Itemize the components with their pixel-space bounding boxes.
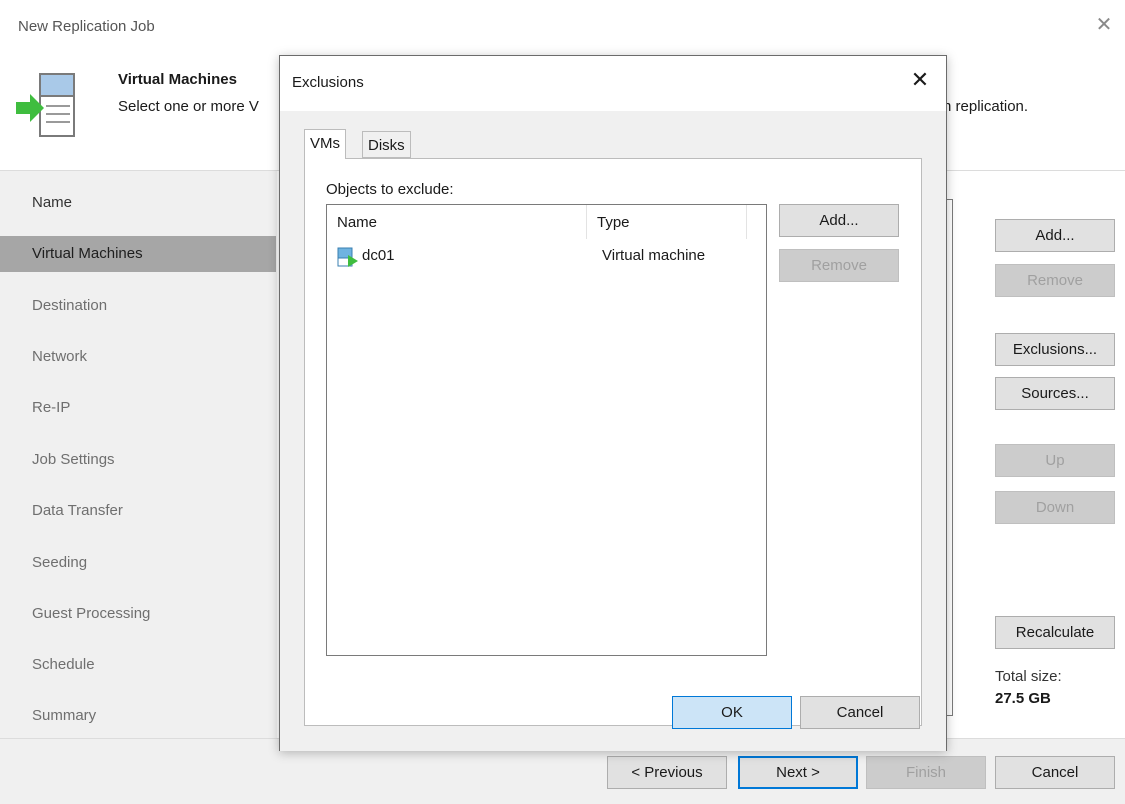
vm-arrow-icon xyxy=(16,73,75,137)
nav-step-job-settings[interactable]: Job Settings xyxy=(0,442,276,478)
nav-step-guest-processing[interactable]: Guest Processing xyxy=(0,596,276,632)
list-item[interactable]: dc01 Virtual machine xyxy=(327,245,766,269)
tab-disks[interactable]: Disks xyxy=(362,131,411,158)
nav-step-network[interactable]: Network xyxy=(0,339,276,375)
virtual-machine-icon xyxy=(337,247,358,267)
wizard-steps-nav: Name Virtual Machines Destination Networ… xyxy=(0,170,277,738)
page-description-tail: n replication. xyxy=(943,98,1029,115)
finish-button[interactable]: Finish xyxy=(866,756,986,789)
dialog-cancel-button[interactable]: Cancel xyxy=(800,696,920,729)
window-title: New Replication Job xyxy=(18,18,155,35)
up-button[interactable]: Up xyxy=(995,444,1115,477)
total-size-label: Total size: xyxy=(995,668,1062,685)
total-size-value: 27.5 GB xyxy=(995,690,1051,707)
column-header-type[interactable]: Type xyxy=(587,205,747,239)
recalculate-button[interactable]: Recalculate xyxy=(995,616,1115,649)
window-titlebar: New Replication Job ✕ xyxy=(0,0,1125,44)
ok-button[interactable]: OK xyxy=(672,696,792,729)
next-button[interactable]: Next > xyxy=(738,756,858,789)
row-type-cell: Virtual machine xyxy=(602,247,706,264)
nav-step-data-transfer[interactable]: Data Transfer xyxy=(0,493,276,529)
dialog-title: Exclusions xyxy=(292,74,364,91)
nav-step-schedule[interactable]: Schedule xyxy=(0,647,276,683)
exclusions-dialog: Exclusions ✕ VMs Disks Objects to exclud… xyxy=(279,55,947,751)
nav-step-name[interactable]: Name xyxy=(0,185,276,221)
tab-vms[interactable]: VMs xyxy=(304,129,346,159)
dialog-body: VMs Disks Objects to exclude: Name Type … xyxy=(280,111,946,751)
down-button[interactable]: Down xyxy=(995,491,1115,524)
remove-button[interactable]: Remove xyxy=(995,264,1115,297)
nav-step-re-ip[interactable]: Re-IP xyxy=(0,390,276,426)
dialog-remove-button[interactable]: Remove xyxy=(779,249,899,282)
add-button[interactable]: Add... xyxy=(995,219,1115,252)
exclusions-button[interactable]: Exclusions... xyxy=(995,333,1115,366)
nav-step-seeding[interactable]: Seeding xyxy=(0,545,276,581)
previous-button[interactable]: < Previous xyxy=(607,756,727,789)
cancel-button[interactable]: Cancel xyxy=(995,756,1115,789)
window-close-icon[interactable]: ✕ xyxy=(1093,14,1115,36)
nav-step-destination[interactable]: Destination xyxy=(0,288,276,324)
dialog-add-button[interactable]: Add... xyxy=(779,204,899,237)
objects-to-exclude-label: Objects to exclude: xyxy=(326,181,454,198)
page-description: Select one or more V xyxy=(118,98,259,115)
column-header-name[interactable]: Name xyxy=(327,205,587,239)
sources-button[interactable]: Sources... xyxy=(995,377,1115,410)
tab-panel-vms: Objects to exclude: Name Type dc01 Virtu… xyxy=(304,158,922,726)
row-name-cell: dc01 xyxy=(362,247,395,264)
nav-step-summary[interactable]: Summary xyxy=(0,698,276,734)
nav-step-virtual-machines[interactable]: Virtual Machines xyxy=(0,236,276,272)
excluded-objects-list[interactable]: Name Type dc01 Virtual machine xyxy=(326,204,767,656)
dialog-close-icon[interactable]: ✕ xyxy=(908,68,932,92)
page-title: Virtual Machines xyxy=(118,71,237,88)
